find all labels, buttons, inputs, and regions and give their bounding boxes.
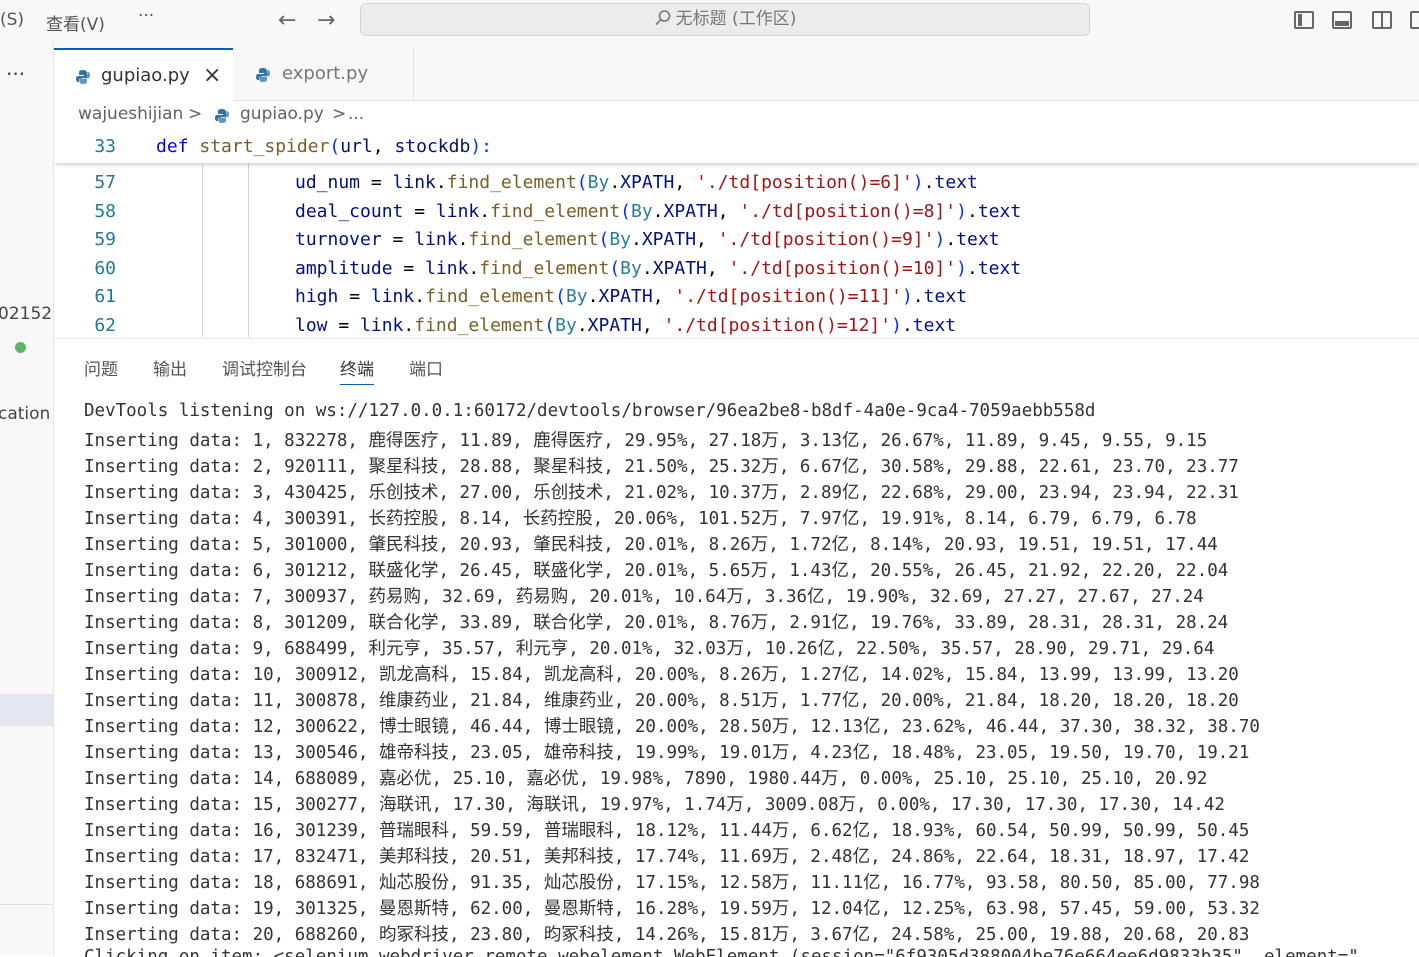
terminal-line: Inserting data: 13, 300546, 雄帝科技, 23.05,… xyxy=(84,743,1250,763)
tab-ports[interactable]: 端口 xyxy=(409,355,443,380)
breadcrumb-separator: > xyxy=(188,104,203,124)
sidebar-fragment-text: cation xyxy=(0,404,51,424)
terminal-line: Inserting data: 6, 301212, 联盛化学, 26.45, … xyxy=(84,561,1229,581)
tab-terminal[interactable]: 终端 xyxy=(340,355,374,385)
terminal-line: DevTools listening on ws://127.0.0.1:601… xyxy=(84,401,1096,421)
search-text: 无标题 (工作区) xyxy=(675,9,797,29)
terminal-line: Inserting data: 4, 300391, 长药控股, 8.14, 长… xyxy=(84,509,1197,529)
bottom-panel: 问题 输出 调试控制台 终端 端口 DevTools listening on … xyxy=(54,338,1419,957)
terminal-line: Inserting data: 14, 688089, 嘉必优, 25.10, … xyxy=(84,769,1208,789)
forward-arrow-icon[interactable]: → xyxy=(317,8,335,33)
indent-guide xyxy=(248,163,249,337)
code-line: low = link.find_element(By.XPATH, './td[… xyxy=(295,315,957,336)
status-dot-icon xyxy=(15,342,26,353)
tab-gupiao-py[interactable]: gupiao.py × xyxy=(54,48,233,101)
terminal-line: Inserting data: 15, 300277, 海联讯, 17.30, … xyxy=(84,795,1225,815)
sidebar-fragment-number: 02152 xyxy=(0,304,53,324)
explorer-sidebar: ··· 02152 cation xyxy=(0,42,54,956)
terminal-line: Inserting data: 7, 300937, 药易购, 32.69, 药… xyxy=(84,587,1204,607)
terminal-line: Inserting data: 16, 301239, 普瑞眼科, 59.59,… xyxy=(84,821,1250,841)
line-number: 62 xyxy=(94,315,116,336)
sticky-scroll-header[interactable]: 33 def start_spider(url, stockdb): xyxy=(54,132,1419,163)
menu-selection-partial[interactable]: (S) xyxy=(0,10,24,30)
terminal-line: Inserting data: 2, 920111, 聚星科技, 28.88, … xyxy=(84,457,1239,477)
breadcrumb-file[interactable]: gupiao.py xyxy=(240,104,324,124)
tab-output[interactable]: 输出 xyxy=(153,355,187,380)
sidebar-more-icon[interactable]: ··· xyxy=(6,62,25,86)
code-line: turnover = link.find_element(By.XPATH, '… xyxy=(295,229,1000,251)
sidebar-divider xyxy=(0,904,53,905)
code-line: high = link.find_element(By.XPATH, './td… xyxy=(295,286,967,308)
tab-problems[interactable]: 问题 xyxy=(84,355,118,380)
toggle-panel-icon[interactable] xyxy=(1332,11,1352,29)
tab-label: gupiao.py xyxy=(101,65,190,86)
close-icon[interactable]: × xyxy=(203,50,221,102)
code-line: deal_count = link.find_element(By.XPATH,… xyxy=(295,200,1022,222)
tab-debug-console[interactable]: 调试控制台 xyxy=(222,355,307,380)
indent-guide xyxy=(202,163,203,337)
breadcrumb-folder[interactable]: wajueshijian xyxy=(78,104,183,124)
python-file-icon xyxy=(215,109,229,123)
terminal-output[interactable]: DevTools listening on ws://127.0.0.1:601… xyxy=(84,401,1419,957)
menu-more-icon[interactable]: ··· xyxy=(138,6,154,26)
toggle-secondary-sidebar-icon[interactable] xyxy=(1372,11,1392,29)
editor-tab-bar: gupiao.py × export.py xyxy=(54,42,1419,101)
terminal-line: Inserting data: 3, 430425, 乐创技术, 27.00, … xyxy=(84,483,1239,503)
terminal-line: Inserting data: 17, 832471, 美邦科技, 20.51,… xyxy=(84,847,1250,867)
toggle-primary-sidebar-icon[interactable] xyxy=(1294,11,1314,29)
line-number: 61 xyxy=(94,286,116,308)
terminal-line: Inserting data: 10, 300912, 凯龙高科, 15.84,… xyxy=(84,665,1239,685)
title-bar: (S) 查看(V) ··· ← → 无标题 (工作区) xyxy=(0,0,1419,42)
customize-layout-icon[interactable] xyxy=(1410,11,1419,29)
tab-export-py[interactable]: export.py xyxy=(234,48,414,100)
search-icon xyxy=(655,10,670,26)
code-line: ud_num = link.find_element(By.XPATH, './… xyxy=(295,172,978,193)
python-file-icon xyxy=(256,68,270,82)
menu-view[interactable]: 查看(V) xyxy=(46,10,105,35)
tab-label: export.py xyxy=(282,63,369,84)
terminal-line: Inserting data: 5, 301000, 肇民科技, 20.93, … xyxy=(84,535,1218,555)
line-number: 33 xyxy=(94,136,116,157)
terminal-line: Inserting data: 11, 300878, 维康药业, 21.84,… xyxy=(84,691,1239,711)
terminal-line: Inserting data: 8, 301209, 联合化学, 33.89, … xyxy=(84,613,1229,633)
terminal-line: Inserting data: 19, 301325, 曼恩斯特, 62.00,… xyxy=(84,899,1260,919)
command-center-search[interactable]: 无标题 (工作区) xyxy=(360,3,1090,36)
sidebar-selected-item[interactable] xyxy=(0,694,53,726)
line-number: 57 xyxy=(94,172,116,193)
line-number: 60 xyxy=(94,257,116,279)
terminal-line: Inserting data: 9, 688499, 利元亨, 35.57, 利… xyxy=(84,639,1215,659)
python-file-icon xyxy=(76,70,90,84)
terminal-line: Inserting data: 18, 688691, 灿芯股份, 91.35,… xyxy=(84,873,1260,893)
terminal-line: Inserting data: 20, 688260, 昀冢科技, 23.80,… xyxy=(84,925,1250,945)
breadcrumb-separator: > xyxy=(332,104,347,124)
code-editor[interactable]: 33 def start_spider(url, stockdb): 57 ud_… xyxy=(54,132,1419,337)
line-number: 59 xyxy=(94,229,116,251)
back-arrow-icon[interactable]: ← xyxy=(278,8,296,33)
line-number: 58 xyxy=(94,200,116,222)
terminal-line: Inserting data: 12, 300622, 博士眼镜, 46.44,… xyxy=(84,717,1260,737)
code-line: amplitude = link.find_element(By.XPATH, … xyxy=(295,257,1022,279)
terminal-line: Inserting data: 1, 832278, 鹿得医疗, 11.89, … xyxy=(84,431,1208,451)
code-line: def start_spider(url, stockdb): xyxy=(156,136,492,157)
breadcrumb-more[interactable]: ... xyxy=(348,104,364,124)
